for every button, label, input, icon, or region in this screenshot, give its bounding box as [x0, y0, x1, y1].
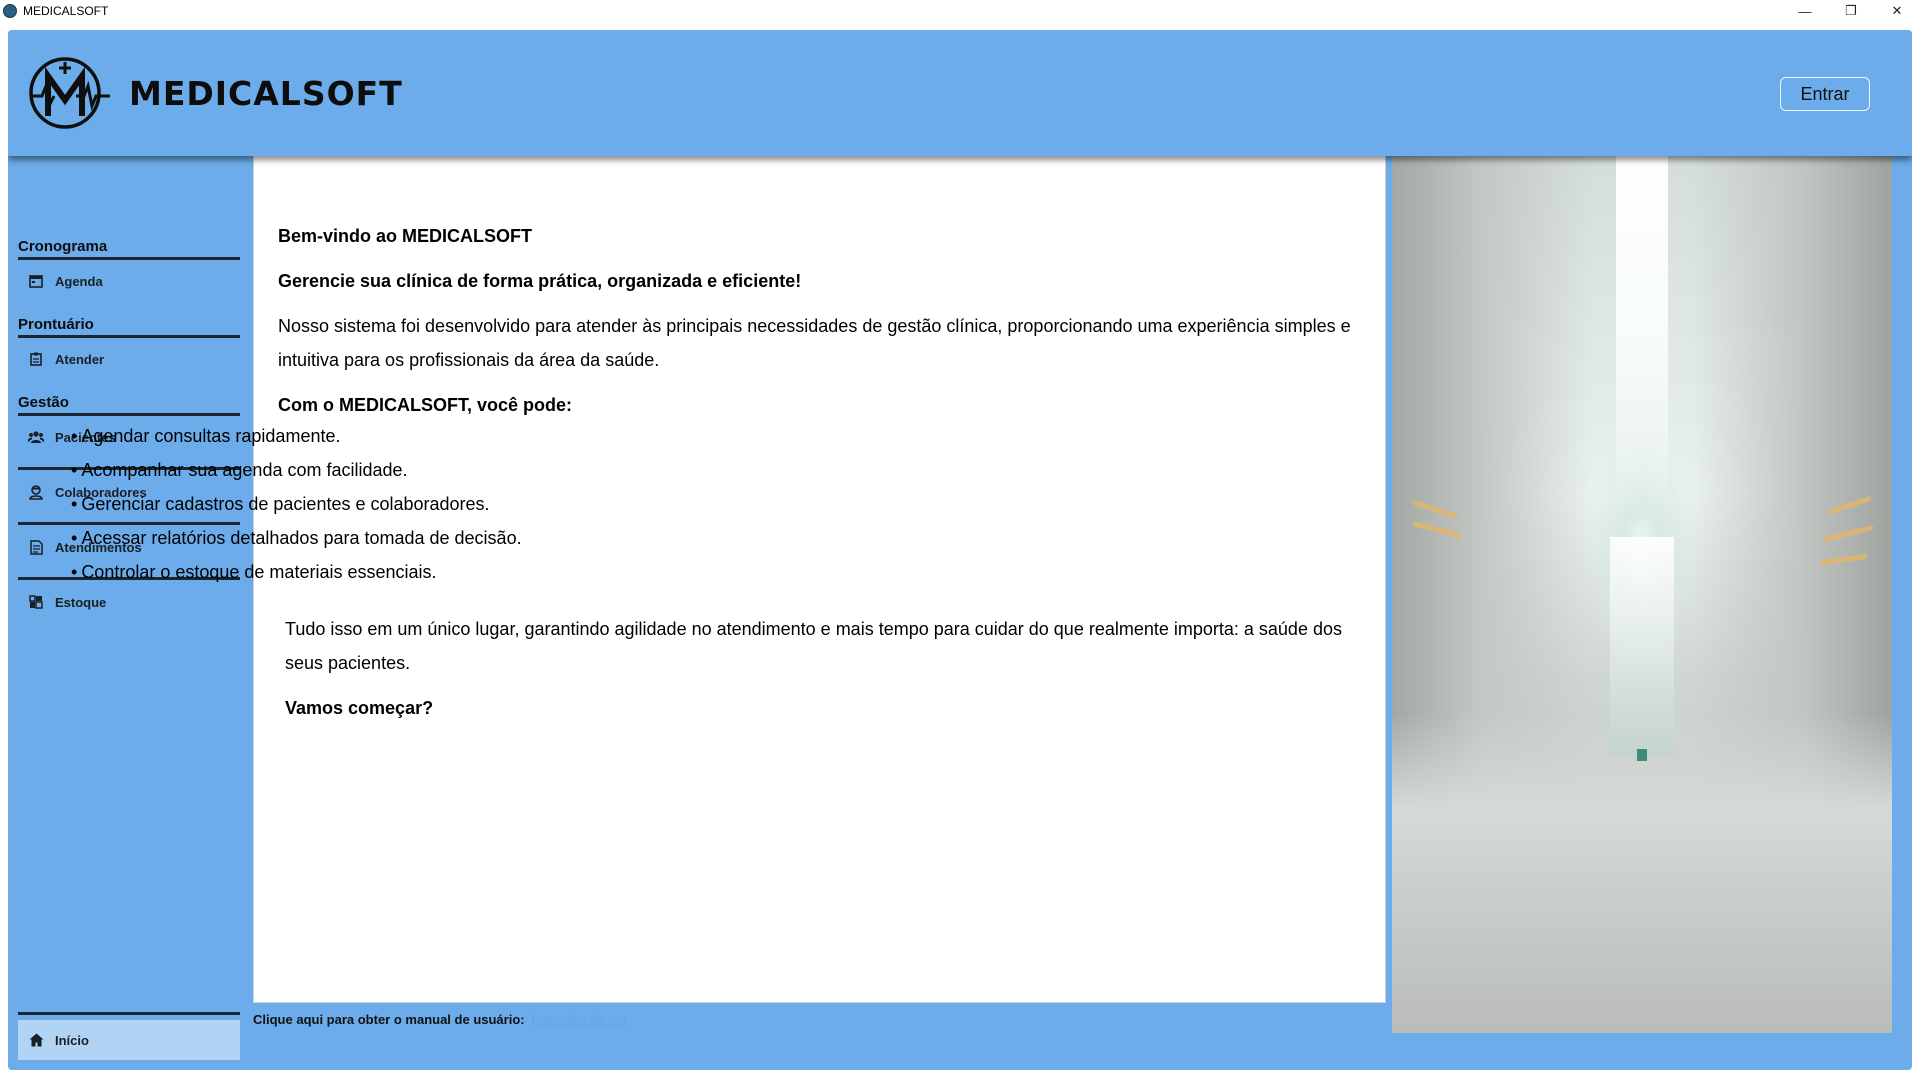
manual-footer: Clique aqui para obter o manual de usuár…	[253, 1012, 626, 1027]
minimize-icon[interactable]: —	[1782, 0, 1828, 22]
section-title-gestao: Gestão	[18, 394, 69, 411]
close-icon[interactable]: ✕	[1874, 0, 1920, 22]
sidebar-item-inicio[interactable]: Início	[18, 1020, 240, 1060]
staff-icon	[28, 484, 44, 500]
section-divider	[18, 413, 240, 416]
clipboard-icon	[28, 351, 44, 367]
section-divider	[18, 1012, 240, 1015]
tagline: Gerencie sua clínica de forma prática, o…	[278, 271, 802, 291]
sidebar-item-label: Atender	[55, 351, 105, 367]
features-heading: Com o MEDICALSOFT, você pode:	[278, 395, 573, 415]
image-detail	[1637, 749, 1647, 761]
features-list: Agendar consultas rapidamente. Acompanha…	[71, 419, 522, 589]
calendar-icon	[28, 273, 44, 289]
window-title: MEDICALSOFT	[23, 4, 109, 18]
sidebar-item-atender[interactable]: Atender	[18, 344, 240, 374]
sidebar-item-label: Início	[55, 1032, 89, 1048]
intro-paragraph: Nosso sistema foi desenvolvido para aten…	[278, 316, 1351, 370]
sidebar: Cronograma Agenda Prontuário Atender Ges…	[8, 156, 249, 1070]
section-title-cronograma: Cronograma	[18, 238, 108, 255]
section-divider	[18, 335, 240, 338]
sidebar-item-estoque[interactable]: Estoque	[18, 587, 240, 617]
welcome-heading: Bem-vindo ao MEDICALSOFT	[278, 226, 533, 246]
image-ceiling-light	[1616, 137, 1668, 517]
warehouse-icon	[28, 594, 44, 610]
image-floor	[1392, 713, 1892, 1033]
list-item: Gerenciar cadastros de pacientes e colab…	[71, 487, 522, 521]
users-icon	[28, 429, 44, 445]
list-item: Controlar o estoque de materiais essenci…	[71, 555, 522, 589]
call-to-action: Vamos começar?	[285, 698, 434, 718]
restore-icon[interactable]: ❐	[1828, 0, 1874, 22]
closing-paragraph: Tudo isso em um único lugar, garantindo …	[285, 619, 1342, 673]
list-item: Acompanhar sua agenda com facilidade.	[71, 453, 522, 487]
sidebar-item-label: Agenda	[55, 273, 103, 289]
brand-title: MEDICALSOFT	[129, 74, 403, 113]
window-controls: — ❐ ✕	[1782, 0, 1920, 22]
image-corridor-end	[1610, 537, 1674, 757]
sidebar-item-agenda[interactable]: Agenda	[18, 266, 240, 296]
sidebar-item-label: Estoque	[55, 594, 107, 610]
medicalsoft-logo-icon	[29, 57, 110, 129]
manual-link[interactable]: Instruções de uso	[532, 1013, 627, 1027]
window-titlebar: MEDICALSOFT — ❐ ✕	[0, 0, 1920, 22]
list-item: Agendar consultas rapidamente.	[71, 419, 522, 453]
app-header: MEDICALSOFT Entrar	[8, 30, 1912, 156]
manual-label: Clique aqui para obter o manual de usuár…	[253, 1012, 525, 1027]
home-icon	[28, 1032, 44, 1048]
document-icon	[28, 539, 44, 555]
section-divider	[18, 257, 240, 260]
app-logo-icon	[3, 4, 17, 18]
list-item: Acessar relatórios detalhados para tomad…	[71, 521, 521, 555]
hospital-corridor-image	[1392, 137, 1892, 1033]
section-title-prontuario: Prontuário	[18, 316, 94, 333]
login-button[interactable]: Entrar	[1780, 77, 1870, 111]
